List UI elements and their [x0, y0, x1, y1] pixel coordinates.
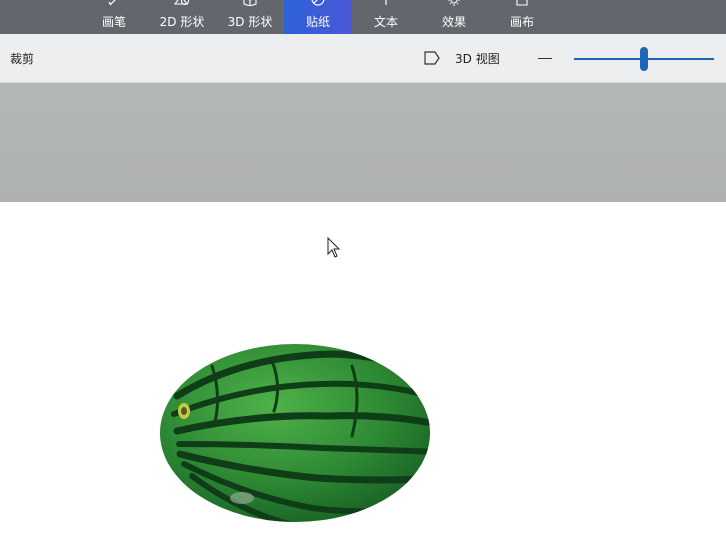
tab-canvas[interactable]: 画布 — [488, 0, 556, 34]
tab-label: 文本 — [373, 15, 398, 29]
watermelon-sticker-icon[interactable] — [152, 336, 436, 530]
tab-effects[interactable]: 效果 — [420, 0, 488, 34]
tab-text[interactable]: 文本 — [352, 0, 420, 34]
tab-label: 画笔 — [101, 15, 126, 29]
view-3d-icon[interactable] — [423, 49, 441, 67]
tab-stickers[interactable]: 贴纸 — [284, 0, 352, 34]
tab-label: 效果 — [441, 15, 466, 29]
effects-icon — [448, 0, 460, 6]
canvas-icon — [516, 0, 528, 6]
tab-label: 画布 — [509, 15, 534, 29]
tab-2d-shapes[interactable]: 2D 形状 — [148, 0, 216, 34]
zoom-slider-thumb[interactable] — [640, 47, 648, 71]
brush-icon — [108, 0, 116, 6]
mouse-pointer-icon — [327, 237, 341, 258]
shapes-2d-icon — [173, 0, 190, 6]
tab-label: 2D 形状 — [159, 15, 205, 29]
tab-brushes[interactable]: 画笔 — [80, 0, 148, 34]
view-3d-toggle[interactable]: 3D 视图 — [455, 50, 500, 67]
cube-3d-icon — [243, 0, 257, 6]
zoom-out-icon[interactable] — [538, 58, 552, 59]
sticker-icon — [311, 0, 325, 6]
crop-button[interactable]: 裁剪 — [10, 50, 34, 67]
text-icon — [385, 0, 387, 5]
ribbon-bar: 画笔 2D 形状 3D 形状 贴纸 文本 效果 画布 — [0, 0, 726, 34]
tool-options-bar: 裁剪 3D 视图 — [0, 34, 726, 83]
tab-label: 贴纸 — [305, 15, 330, 29]
workspace-background — [0, 83, 726, 202]
tab-label: 3D 形状 — [227, 15, 273, 29]
tab-3d-shapes[interactable]: 3D 形状 — [216, 0, 284, 34]
